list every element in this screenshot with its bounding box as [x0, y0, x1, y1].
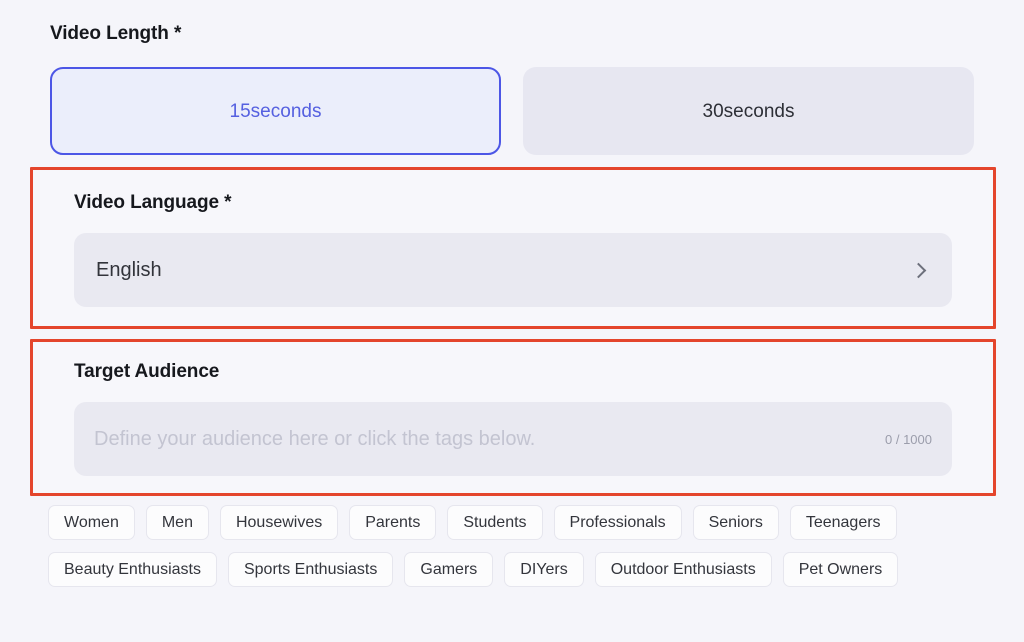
video-length-option-15seconds[interactable]: 15seconds: [50, 67, 501, 155]
video-length-label: Video Length *: [50, 23, 182, 44]
video-length-options: 15seconds 30seconds: [50, 67, 974, 155]
audience-tag[interactable]: DIYers: [504, 552, 584, 587]
video-options-form: Video Length * 15seconds 30seconds Video…: [0, 0, 1024, 642]
audience-tag[interactable]: Students: [447, 505, 543, 540]
video-length-option-15seconds-label: 15seconds: [229, 100, 322, 122]
target-audience-input-wrap[interactable]: 0 / 1000: [74, 402, 952, 476]
video-language-selected-value: English: [96, 259, 162, 281]
audience-tag-label: Professionals: [569, 513, 666, 531]
video-language-section: Video Language * English: [53, 170, 973, 326]
video-language-select[interactable]: English: [74, 233, 952, 307]
audience-tag[interactable]: Teenagers: [789, 505, 897, 540]
audience-tag[interactable]: Parents: [349, 505, 437, 540]
audience-tag[interactable]: Gamers: [404, 552, 494, 587]
video-language-label: Video Language *: [74, 192, 232, 213]
audience-tag[interactable]: Women: [48, 505, 135, 540]
video-language-highlight-box: Video Language * English: [30, 167, 996, 329]
target-audience-section: Target Audience 0 / 1000: [53, 342, 973, 493]
audience-tag-row-1: Women Men Housewives Parents Students Profess…: [48, 505, 976, 540]
audience-tag-label: Seniors: [708, 513, 763, 531]
target-audience-highlight-box: Target Audience 0 / 1000: [30, 339, 996, 496]
audience-tag[interactable]: Men: [145, 505, 209, 540]
audience-tag-row-2: Beauty Enthusiasts Sports Enthusiasts Game…: [48, 552, 976, 587]
audience-tag-label: Sports Enthusiasts: [243, 560, 378, 578]
audience-tag-label: Women: [64, 513, 119, 531]
audience-tag[interactable]: Pet Owners: [782, 552, 899, 587]
audience-tag-label: Students: [463, 513, 527, 531]
audience-tag-label: DIYers: [520, 560, 568, 578]
audience-tag[interactable]: Beauty Enthusiasts: [48, 552, 217, 587]
chevron-right-icon: [910, 262, 927, 278]
target-audience-label: Target Audience: [74, 361, 220, 382]
audience-tag-label: Teenagers: [805, 513, 881, 531]
audience-tag[interactable]: Sports Enthusiasts: [227, 552, 394, 587]
audience-tag-label: Parents: [365, 513, 421, 531]
audience-tag-label: Pet Owners: [798, 560, 883, 578]
audience-tag-label: Men: [161, 513, 193, 531]
audience-tag-label: Housewives: [235, 513, 323, 531]
video-length-option-30seconds[interactable]: 30seconds: [523, 67, 974, 155]
audience-tag[interactable]: Housewives: [219, 505, 339, 540]
video-length-option-30seconds-label: 30seconds: [702, 100, 795, 122]
video-length-section: Video Length * 15seconds 30seconds: [50, 24, 974, 155]
audience-tags-area: Women Men Housewives Parents Students Profess…: [48, 505, 976, 599]
audience-tag-label: Gamers: [420, 560, 478, 578]
audience-tag[interactable]: Outdoor Enthusiasts: [594, 552, 772, 587]
audience-tag-label: Beauty Enthusiasts: [64, 560, 201, 578]
audience-tag[interactable]: Professionals: [553, 505, 682, 540]
target-audience-char-counter: 0 / 1000: [885, 431, 932, 447]
target-audience-input[interactable]: [94, 427, 871, 451]
audience-tag[interactable]: Seniors: [692, 505, 779, 540]
audience-tag-label: Outdoor Enthusiasts: [610, 560, 756, 578]
